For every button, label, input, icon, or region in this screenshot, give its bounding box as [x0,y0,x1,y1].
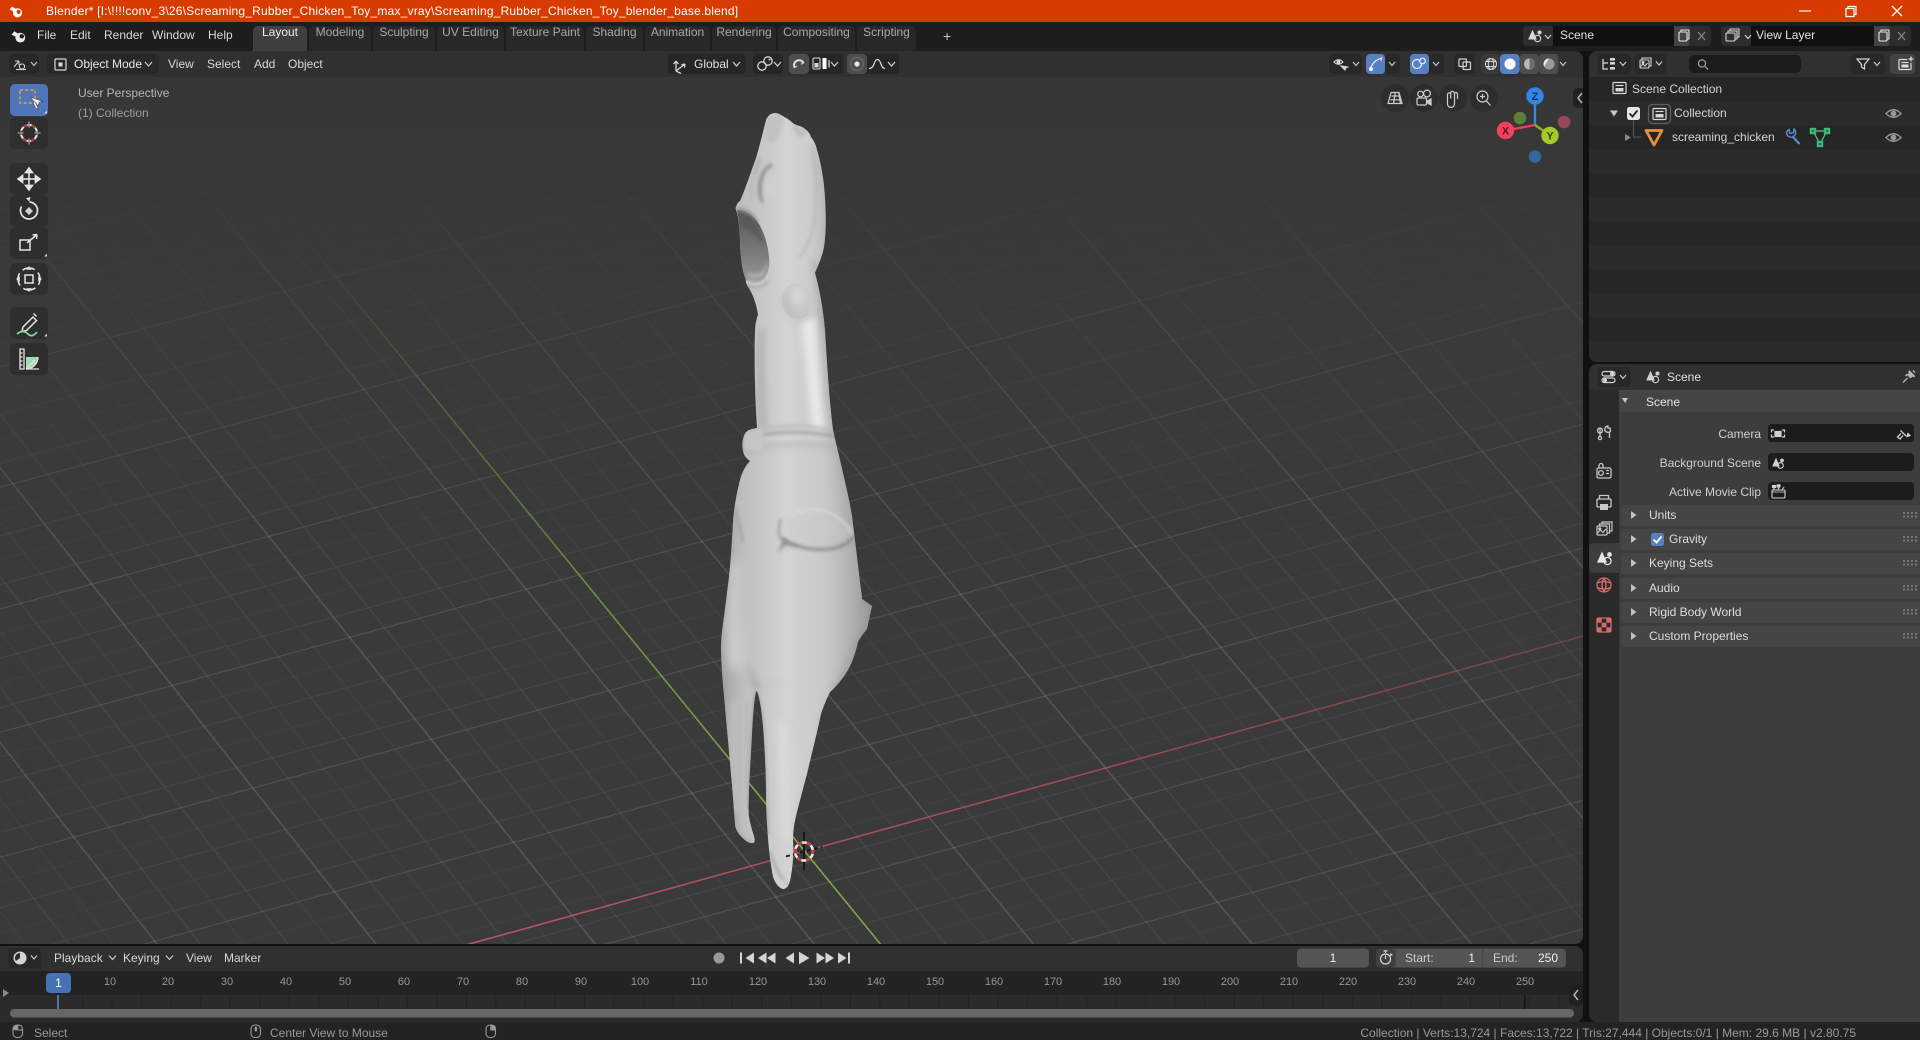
svg-text:Y: Y [1546,131,1554,143]
svg-text:X: X [1502,126,1510,138]
svg-text:Z: Z [1532,91,1539,103]
